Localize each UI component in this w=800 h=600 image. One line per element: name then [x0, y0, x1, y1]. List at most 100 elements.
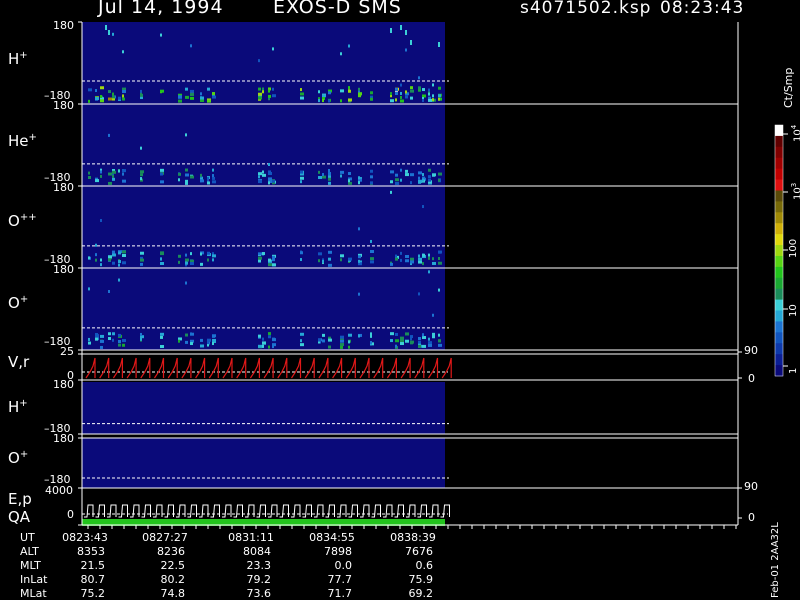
spectrum-cell — [185, 87, 188, 91]
spectrum-cell — [400, 95, 402, 99]
spectrum-cell — [328, 181, 331, 185]
velocity-trace — [222, 357, 233, 379]
spectrum-cell — [178, 260, 180, 264]
spectrum-cell — [390, 28, 392, 33]
spectrum-cell — [395, 254, 397, 258]
spectrum-cell — [432, 98, 434, 102]
spectrum-cell — [328, 172, 331, 176]
spectrum-cell — [140, 146, 142, 150]
spectrum-cell — [272, 47, 274, 51]
spectrum-cell — [422, 262, 424, 266]
spectrum-cell — [318, 176, 322, 180]
spectrum-cell — [438, 172, 442, 176]
spectrum-cell — [428, 256, 430, 260]
spectrum-cell — [348, 86, 350, 90]
spectrum-cell — [405, 169, 408, 173]
spectrum-cell — [160, 335, 163, 339]
spectrum-cell — [262, 337, 264, 341]
spectrum-cell — [100, 339, 104, 343]
spectrum-cell — [108, 337, 111, 341]
spectrum-cell — [112, 32, 114, 36]
spectrum-cell — [190, 96, 194, 100]
spectrum-cell — [207, 177, 209, 181]
spectrum-cell — [410, 181, 412, 185]
spectrum-cell — [340, 52, 342, 56]
spectrum-cell — [268, 177, 272, 181]
spectrum-cell — [122, 339, 126, 343]
spectrum-cell — [258, 179, 261, 183]
spectrum-cell — [95, 337, 98, 341]
spectrum-cell — [328, 177, 331, 181]
spectrum-cell — [410, 89, 414, 93]
spectrum-cell — [140, 89, 142, 93]
spectrum-cell — [112, 250, 115, 254]
spectrum-cell — [390, 99, 394, 103]
spectrum-cell — [428, 253, 430, 257]
velocity-trace — [332, 357, 343, 379]
spectrum-cell — [185, 261, 188, 265]
velocity-trace — [441, 357, 452, 379]
spectrum-cell — [272, 255, 275, 259]
spectrum-cell — [422, 88, 425, 92]
energy-trace — [187, 504, 197, 518]
spectrum-cell — [108, 172, 112, 176]
spectrum-cell — [328, 175, 331, 179]
energy-trace — [440, 504, 450, 518]
spectrum-cell — [422, 344, 426, 348]
spectrum-cell — [185, 253, 187, 257]
spectrogram-plot — [78, 21, 788, 529]
spectrum-cell — [200, 96, 204, 100]
spectrum-cell — [185, 168, 188, 172]
colorbar-segment — [775, 255, 783, 268]
spectrum-cell — [328, 263, 332, 267]
spectrum-cell — [112, 261, 115, 265]
spectrum-cell — [272, 345, 274, 349]
spectrum-cell — [268, 162, 270, 166]
spectrum-cell — [262, 341, 266, 345]
spectrum-cell — [340, 170, 344, 174]
spectrum-cell — [272, 338, 276, 342]
spectrum-cell — [112, 174, 114, 178]
spectrum-cell — [405, 30, 407, 35]
spectrum-cell — [438, 343, 442, 347]
spectrum-cell — [438, 178, 440, 182]
spectrum-cell — [428, 341, 432, 345]
spectrum-cell — [318, 259, 320, 263]
spectrum-cell — [268, 263, 272, 267]
spectrum-cell — [395, 339, 399, 343]
spectrum-cell — [340, 174, 342, 178]
spectrum-cell — [200, 179, 204, 183]
spectrum-cell — [122, 50, 124, 54]
spectrum-cell — [328, 345, 331, 349]
spectrum-cell — [122, 250, 126, 254]
spectrum-cell — [212, 176, 215, 180]
velocity-trace — [154, 357, 165, 379]
spectrum-cell — [300, 258, 302, 262]
velocity-trace — [373, 357, 384, 379]
spectrum-cell — [328, 257, 331, 261]
spectrum-cell — [200, 92, 202, 96]
spectrum-cell — [358, 334, 360, 338]
spectrum-cell — [422, 178, 424, 182]
spectrum-cell — [122, 172, 124, 176]
spectrum-cell — [262, 170, 264, 174]
spectrum-cell — [212, 334, 215, 338]
panel-background — [82, 104, 445, 186]
spectrum-cell — [112, 92, 114, 96]
spectrum-cell — [88, 99, 90, 103]
spectrum-cell — [300, 170, 303, 174]
spectrum-cell — [190, 89, 194, 93]
spectrum-cell — [410, 173, 414, 177]
spectrum-cell — [358, 255, 361, 259]
spectrum-cell — [400, 168, 402, 172]
velocity-trace — [291, 357, 302, 379]
energy-trace — [348, 504, 358, 518]
spectrum-cell — [212, 168, 214, 172]
energy-trace — [429, 504, 439, 518]
spectrum-cell — [262, 344, 264, 348]
spectrum-cell — [340, 345, 343, 349]
energy-trace — [279, 504, 289, 518]
spectrum-cell — [418, 260, 422, 264]
spectrum-cell — [432, 332, 435, 336]
spectrum-cell — [340, 335, 344, 339]
